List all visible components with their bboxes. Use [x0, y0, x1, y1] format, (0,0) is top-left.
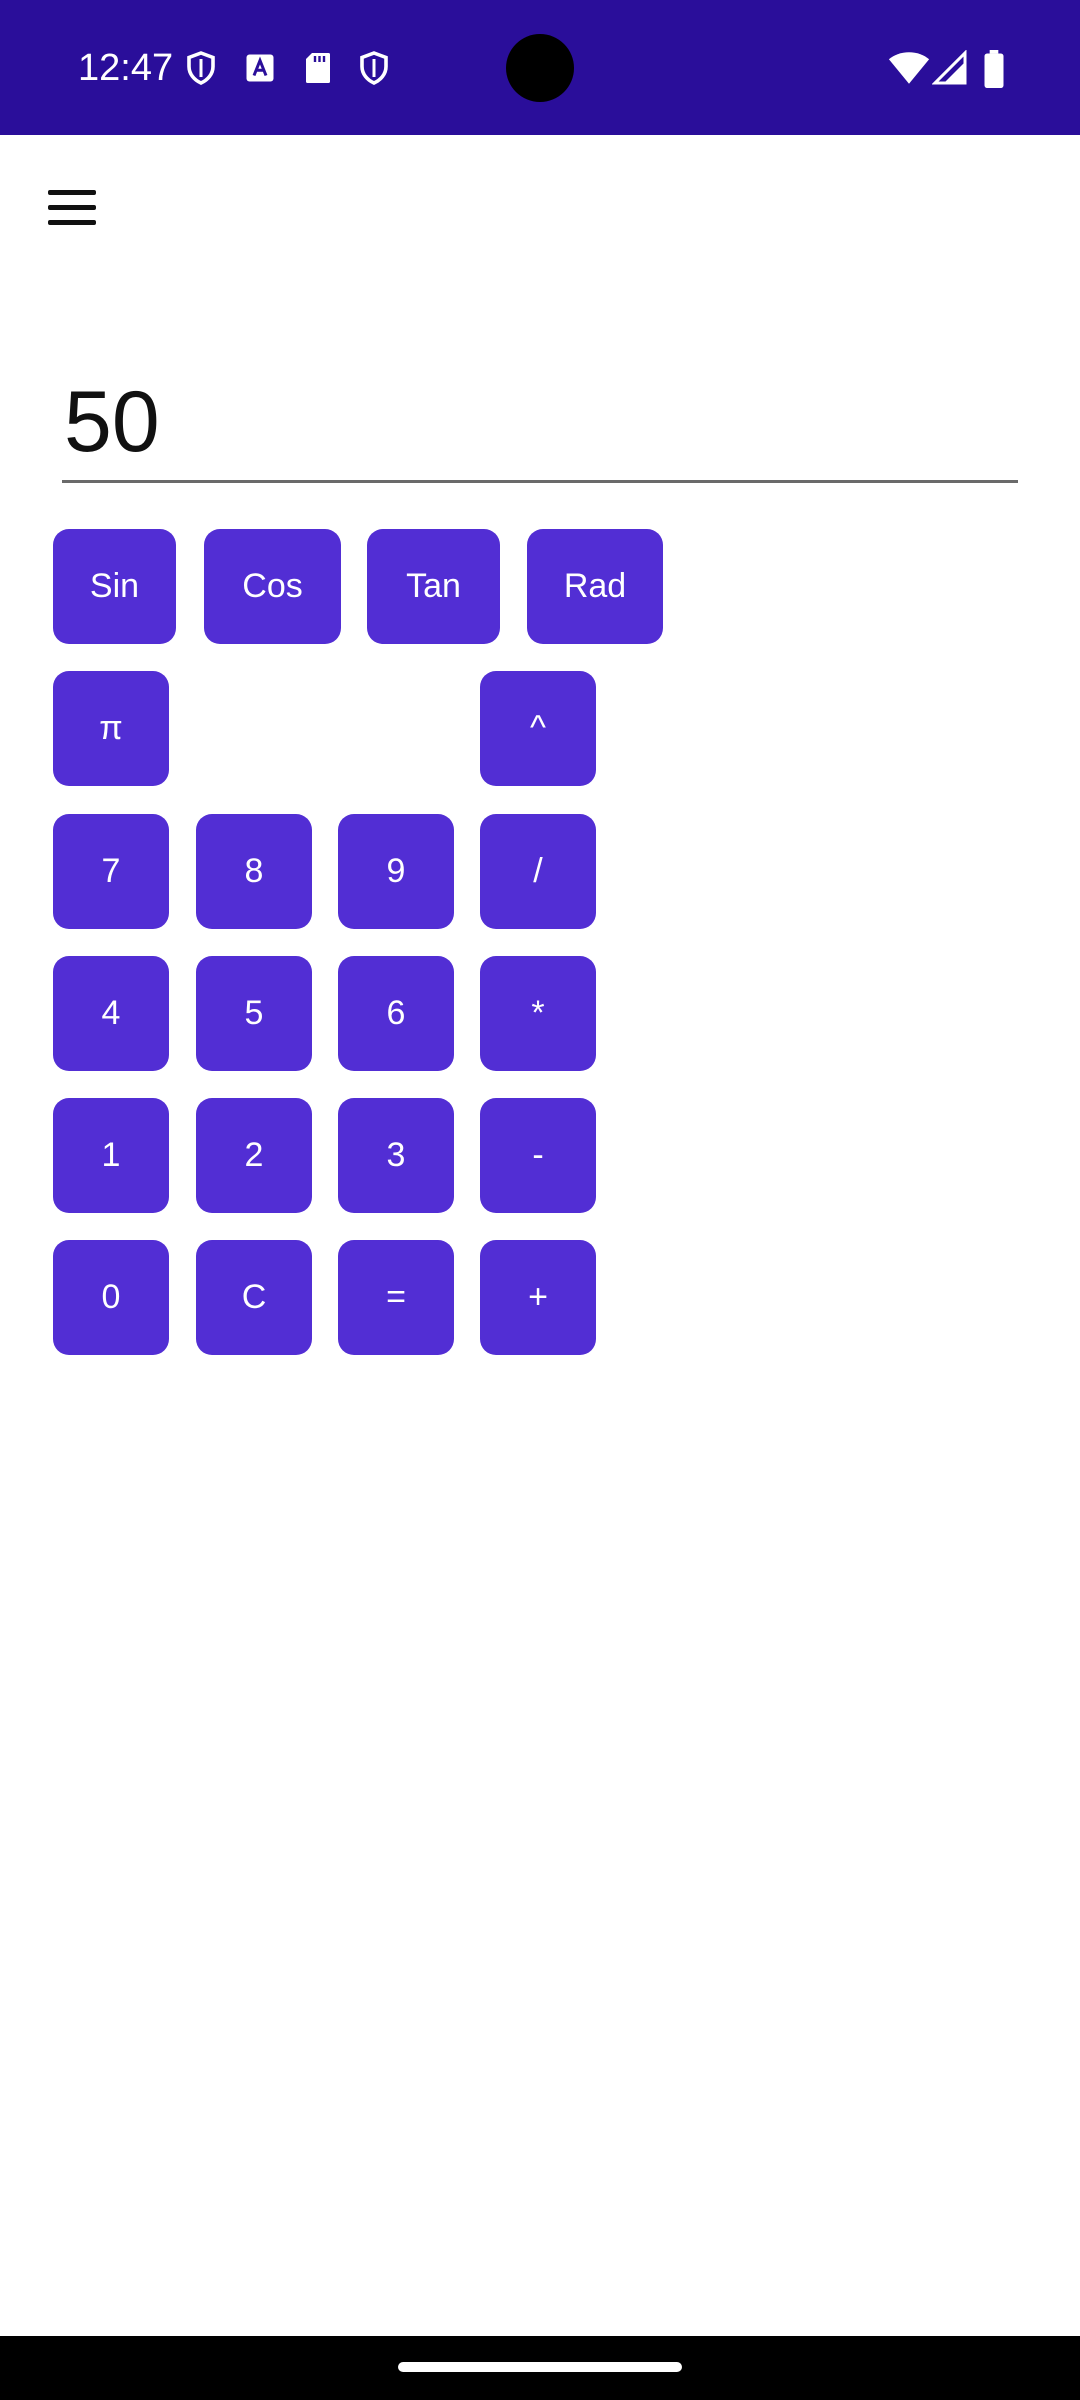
equals-button[interactable]: =: [338, 1240, 454, 1355]
digit-7-button[interactable]: 7: [53, 814, 169, 929]
navigation-bar: [0, 2336, 1080, 2400]
menu-button[interactable]: [36, 176, 108, 240]
clear-button[interactable]: C: [196, 1240, 312, 1355]
multiply-button[interactable]: *: [480, 956, 596, 1071]
status-bar: 12:47: [0, 0, 1080, 135]
add-button[interactable]: +: [480, 1240, 596, 1355]
wifi-icon: [888, 52, 930, 84]
text-a-icon: [246, 54, 274, 82]
cos-button[interactable]: Cos: [204, 529, 341, 644]
digit-6-button[interactable]: 6: [338, 956, 454, 1071]
digit-8-button[interactable]: 8: [196, 814, 312, 929]
status-time: 12:47: [78, 47, 174, 89]
divide-button[interactable]: /: [480, 814, 596, 929]
rad-button[interactable]: Rad: [527, 529, 663, 644]
digit-9-button[interactable]: 9: [338, 814, 454, 929]
sin-button[interactable]: Sin: [53, 529, 176, 644]
digit-2-button[interactable]: 2: [196, 1098, 312, 1213]
cellular-signal-icon: [932, 50, 967, 85]
sd-card-icon: [306, 53, 330, 83]
digit-3-button[interactable]: 3: [338, 1098, 454, 1213]
tan-button[interactable]: Tan: [367, 529, 500, 644]
home-gesture-handle[interactable]: [398, 2362, 682, 2372]
digit-4-button[interactable]: 4: [53, 956, 169, 1071]
shield-icon: [360, 51, 388, 85]
display-field[interactable]: 50: [62, 360, 1018, 483]
digit-0-button[interactable]: 0: [53, 1240, 169, 1355]
subtract-button[interactable]: -: [480, 1098, 596, 1213]
digit-5-button[interactable]: 5: [196, 956, 312, 1071]
digit-1-button[interactable]: 1: [53, 1098, 169, 1213]
shield-icon: [187, 51, 215, 85]
battery-icon: [984, 50, 1004, 88]
pi-button[interactable]: π: [53, 671, 169, 786]
camera-cutout: [506, 34, 574, 102]
power-button[interactable]: ^: [480, 671, 596, 786]
display-value: 50: [64, 374, 160, 470]
